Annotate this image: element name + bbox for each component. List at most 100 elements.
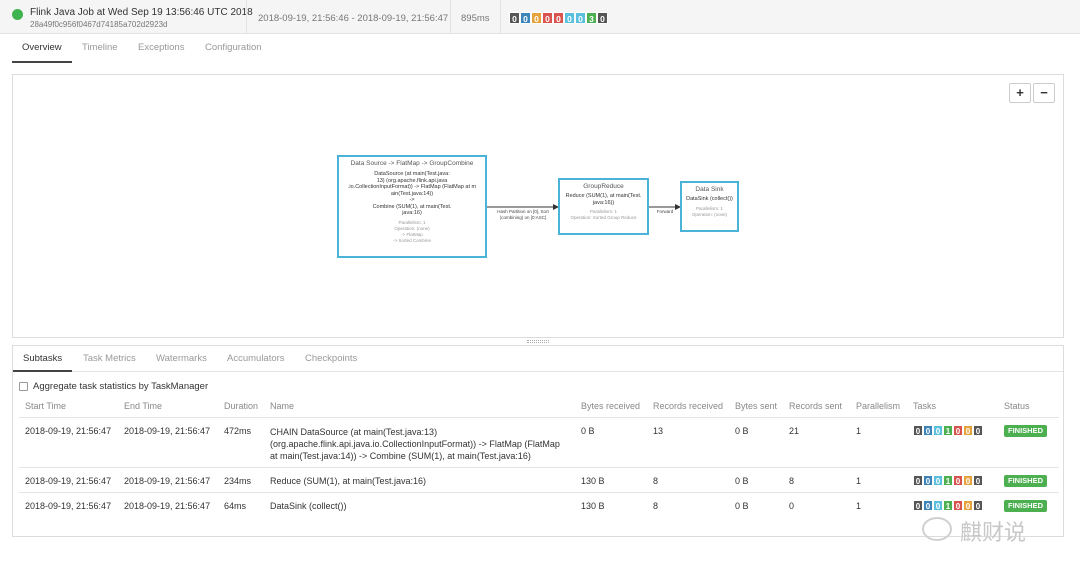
cell-records-sent: 8 — [789, 476, 795, 486]
job-status-counts: 000000030 — [509, 12, 608, 24]
tab-checkpoints[interactable]: Checkpoints — [305, 353, 357, 364]
col-header-start-time: Start Time — [25, 401, 67, 411]
tab-watermarks[interactable]: Watermarks — [156, 353, 207, 364]
job-duration: 895ms — [461, 13, 490, 24]
cell-name: DataSink (collect()) — [270, 501, 347, 511]
cell-name: CHAIN DataSource (at main(Test.java:13) … — [270, 426, 560, 462]
status-count-badge: 0 — [564, 12, 575, 24]
task-count-badge: 0 — [933, 425, 943, 436]
col-header-duration: Duration — [224, 401, 259, 411]
cell-bytes-received: 130 B — [581, 501, 605, 511]
task-count-badge: 0 — [933, 475, 943, 486]
cell-start-time: 2018-09-19, 21:56:47 — [25, 476, 112, 486]
tab-accumulators[interactable]: Accumulators — [227, 353, 285, 364]
cell-name-line: CHAIN DataSource (at main(Test.java:13) — [270, 427, 438, 437]
cell-bytes-received: 130 B — [581, 476, 605, 486]
tab-task-metrics[interactable]: Task Metrics — [83, 353, 136, 364]
node-title: Data Sink — [695, 186, 724, 193]
cell-name: Reduce (SUM(1), at main(Test.java:16) — [270, 476, 427, 486]
status-badge: FINISHED — [1004, 425, 1048, 437]
vertex-details-panel: Subtasks Task Metrics Watermarks Accumul… — [12, 345, 1064, 537]
task-count-badge: 0 — [973, 500, 983, 511]
panel-resize-handle[interactable] — [527, 340, 549, 343]
cell-start-time: 2018-09-19, 21:56:47 — [25, 426, 112, 436]
node-title: GroupReduce — [583, 183, 624, 190]
plan-node-data-sink[interactable]: Data Sink DataSink (collect()) Paralleli… — [680, 181, 739, 232]
task-count-badge: 0 — [953, 475, 963, 486]
plan-node-group-reduce[interactable]: GroupReduce Reduce (SUM(1), at main(Test… — [558, 178, 649, 235]
status-count-badge: 0 — [531, 12, 542, 24]
cell-duration: 64ms — [224, 501, 247, 511]
status-badge: FINISHED — [1004, 500, 1048, 512]
node-text: DataSink (collect()) — [686, 196, 733, 202]
cell-records-received: 13 — [653, 426, 664, 436]
cell-bytes-received: 0 B — [581, 426, 595, 436]
col-header-records-received: Records received — [653, 401, 724, 411]
node-detail: Operation: Sorted Group Reduce — [570, 215, 637, 220]
status-count-badge: 0 — [509, 12, 520, 24]
col-header-parallelism: Parallelism — [856, 401, 901, 411]
job-status-icon — [12, 9, 23, 20]
header-divider — [246, 0, 247, 34]
status-count-badge: 0 — [597, 12, 608, 24]
cell-end-time: 2018-09-19, 21:56:47 — [124, 426, 211, 436]
task-count-badge: 0 — [963, 500, 973, 511]
aggregate-label: Aggregate task statistics by TaskManager — [33, 381, 209, 392]
execution-plan-panel[interactable]: + − Hash Partition on [0], Sort (combini… — [12, 74, 1064, 338]
tab-timeline[interactable]: Timeline — [82, 38, 118, 63]
cell-duration: 234ms — [224, 476, 252, 486]
task-count-badge: 1 — [943, 475, 953, 486]
col-header-bytes-received: Bytes received — [581, 401, 641, 411]
task-count-badge: 0 — [963, 475, 973, 486]
wechat-logo-icon — [922, 517, 952, 541]
node-text: .io.CollectionInputFormat)) -> FlatMap (… — [347, 184, 477, 190]
aggregate-checkbox[interactable] — [19, 382, 28, 391]
status-count-badge: 0 — [553, 12, 564, 24]
status-count-badge: 0 — [575, 12, 586, 24]
col-header-bytes-sent: Bytes sent — [735, 401, 778, 411]
status-badge: FINISHED — [1004, 475, 1048, 487]
cell-start-time: 2018-09-19, 21:56:47 — [25, 501, 112, 511]
tab-configuration[interactable]: Configuration — [205, 38, 262, 63]
node-text: java:16)) — [592, 199, 615, 206]
edge-label-forward: Forward — [656, 209, 674, 214]
cell-bytes-sent: 0 B — [735, 426, 749, 436]
node-detail: -> Sorted Combine — [393, 237, 431, 243]
task-count-badge: 0 — [953, 425, 963, 436]
watermark-text: 麒财说 — [960, 521, 1027, 546]
status-count-badge: 3 — [586, 12, 597, 24]
tab-overview[interactable]: Overview — [12, 38, 72, 63]
status-count-badge: 0 — [520, 12, 531, 24]
job-tabs: Overview Timeline Exceptions Configurati… — [12, 38, 1068, 63]
task-count-badge: 1 — [943, 425, 953, 436]
aggregate-toggle[interactable]: Aggregate task statistics by TaskManager — [19, 381, 208, 392]
tab-subtasks[interactable]: Subtasks — [13, 346, 73, 372]
cell-end-time: 2018-09-19, 21:56:47 — [124, 476, 211, 486]
cell-end-time: 2018-09-19, 21:56:47 — [124, 501, 211, 511]
task-status-counts: 0001000 — [913, 475, 983, 486]
node-title: Data Source -> FlatMap -> GroupCombine — [350, 160, 474, 167]
table-divider — [19, 492, 1059, 493]
task-count-badge: 0 — [923, 425, 933, 436]
header-divider — [450, 0, 451, 34]
cell-records-received: 8 — [653, 476, 659, 486]
col-header-name: Name — [270, 401, 295, 411]
cell-duration: 472ms — [224, 426, 252, 436]
task-status-counts: 0001000 — [913, 425, 983, 436]
col-header-tasks: Tasks — [913, 401, 937, 411]
task-count-badge: 0 — [913, 475, 923, 486]
task-count-badge: 0 — [923, 475, 933, 486]
task-count-badge: 0 — [933, 500, 943, 511]
col-header-records-sent: Records sent — [789, 401, 843, 411]
table-divider — [19, 467, 1059, 468]
cell-parallelism: 1 — [856, 501, 862, 511]
plan-node-data-source[interactable]: Data Source -> FlatMap -> GroupCombine D… — [337, 155, 487, 258]
task-count-badge: 0 — [923, 500, 933, 511]
cell-records-sent: 0 — [789, 501, 795, 511]
tab-exceptions[interactable]: Exceptions — [138, 38, 184, 63]
node-text: Reduce (SUM(1), at main(Test. — [565, 193, 642, 199]
cell-parallelism: 1 — [856, 426, 862, 436]
vertex-tabs: Subtasks Task Metrics Watermarks Accumul… — [13, 346, 1063, 372]
header-divider — [500, 0, 501, 34]
task-count-badge: 0 — [973, 475, 983, 486]
